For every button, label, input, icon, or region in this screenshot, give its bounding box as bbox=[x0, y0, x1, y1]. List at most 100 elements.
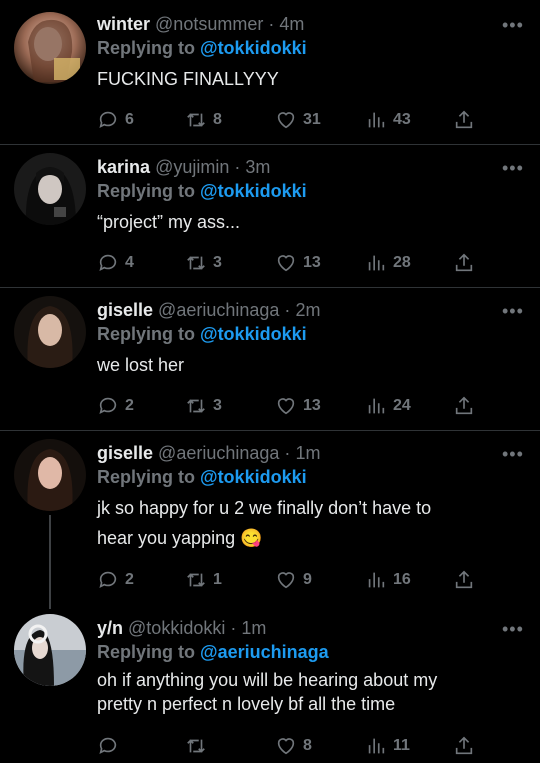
views-button[interactable]: 11 bbox=[365, 734, 410, 758]
more-options-icon[interactable]: ••• bbox=[502, 16, 523, 38]
like-count: 9 bbox=[303, 571, 312, 588]
timestamp[interactable]: 4m bbox=[279, 14, 304, 34]
more-options-icon[interactable]: ••• bbox=[502, 159, 523, 181]
reply-count: 2 bbox=[125, 397, 134, 414]
action-bar: 2 1 9 16 bbox=[97, 568, 527, 592]
tweet-header: y/n @tokkidokki · 1m bbox=[97, 617, 266, 639]
retweet-button[interactable] bbox=[185, 734, 213, 758]
tweet-5[interactable]: y/n @tokkidokki · 1m ••• Replying to @ae… bbox=[0, 606, 540, 763]
user-handle[interactable]: @notsummer bbox=[155, 14, 263, 34]
share-button[interactable] bbox=[453, 108, 475, 132]
share-button[interactable] bbox=[453, 394, 475, 418]
tweet-header: winter @notsummer · 4m bbox=[97, 13, 304, 35]
share-icon bbox=[455, 110, 473, 129]
more-options-icon[interactable]: ••• bbox=[502, 302, 523, 324]
tweet-4[interactable]: giselle @aeriuchinaga · 1m ••• Replying … bbox=[0, 431, 540, 609]
display-name[interactable]: karina bbox=[97, 157, 150, 177]
reply-mention-link[interactable]: @aeriuchinaga bbox=[200, 642, 329, 662]
user-handle[interactable]: @aeriuchinaga bbox=[158, 443, 279, 463]
replying-to-label: Replying to bbox=[97, 324, 195, 344]
user-handle[interactable]: @tokkidokki bbox=[128, 618, 225, 638]
separator: · bbox=[284, 443, 291, 463]
retweet-button[interactable]: 8 bbox=[185, 108, 222, 132]
retweet-count: 3 bbox=[213, 397, 222, 414]
tweet-text-line: pretty n perfect n lovely bf all the tim… bbox=[97, 694, 396, 714]
like-button[interactable]: 13 bbox=[275, 394, 321, 418]
reply-count: 4 bbox=[125, 254, 134, 271]
avatar[interactable] bbox=[14, 439, 86, 511]
reply-mention-link[interactable]: @tokkidokki bbox=[200, 324, 307, 344]
reply-button[interactable]: 4 bbox=[97, 251, 134, 275]
avatar[interactable] bbox=[14, 614, 86, 686]
like-count: 13 bbox=[303, 397, 321, 414]
like-button[interactable]: 31 bbox=[275, 108, 321, 132]
separator: · bbox=[234, 157, 241, 177]
timestamp[interactable]: 1m bbox=[295, 443, 320, 463]
retweet-count: 3 bbox=[213, 254, 222, 271]
views-button[interactable]: 43 bbox=[365, 108, 411, 132]
share-button[interactable] bbox=[453, 734, 475, 758]
timestamp[interactable]: 2m bbox=[295, 300, 320, 320]
timestamp[interactable]: 1m bbox=[241, 618, 266, 638]
views-button[interactable]: 28 bbox=[365, 251, 411, 275]
heart-icon bbox=[277, 255, 295, 272]
tweet-text-line: “project” my ass... bbox=[97, 212, 241, 232]
action-bar: 8 11 bbox=[97, 734, 527, 758]
replying-to-label: Replying to bbox=[97, 467, 195, 487]
like-count: 8 bbox=[303, 737, 312, 754]
reply-mention-link[interactable]: @tokkidokki bbox=[200, 181, 307, 201]
reply-feed: winter @notsummer · 4m ••• Replying to @… bbox=[0, 0, 540, 763]
action-bar: 6 8 31 43 bbox=[97, 108, 527, 132]
tweet-text: “project” my ass... bbox=[97, 207, 527, 237]
share-icon bbox=[455, 396, 473, 415]
timestamp[interactable]: 3m bbox=[245, 157, 270, 177]
avatar[interactable] bbox=[14, 12, 86, 84]
share-icon bbox=[455, 253, 473, 272]
retweet-button[interactable]: 1 bbox=[185, 568, 222, 592]
tweet-text-line: FUCKING FINALLYYY bbox=[97, 69, 279, 89]
more-options-icon[interactable]: ••• bbox=[502, 445, 523, 467]
retweet-button[interactable]: 3 bbox=[185, 251, 222, 275]
reply-count: 6 bbox=[125, 111, 134, 128]
display-name[interactable]: giselle bbox=[97, 300, 153, 320]
tweet-2[interactable]: karina @yujimin · 3m ••• Replying to @to… bbox=[0, 145, 540, 287]
like-button[interactable]: 13 bbox=[275, 251, 321, 275]
tweet-3[interactable]: giselle @aeriuchinaga · 2m ••• Replying … bbox=[0, 288, 540, 430]
heart-icon bbox=[277, 738, 295, 755]
share-button[interactable] bbox=[453, 251, 475, 275]
user-handle[interactable]: @aeriuchinaga bbox=[158, 300, 279, 320]
retweet-button[interactable]: 3 bbox=[185, 394, 222, 418]
share-button[interactable] bbox=[453, 568, 475, 592]
heart-icon bbox=[277, 398, 295, 415]
display-name[interactable]: giselle bbox=[97, 443, 153, 463]
display-name[interactable]: y/n bbox=[97, 618, 123, 638]
reply-count: 2 bbox=[125, 571, 134, 588]
replying-to: Replying to @tokkidokki bbox=[97, 180, 307, 202]
avatar[interactable] bbox=[14, 296, 86, 368]
tweet-1[interactable]: winter @notsummer · 4m ••• Replying to @… bbox=[0, 0, 540, 144]
views-button[interactable]: 24 bbox=[365, 394, 411, 418]
like-button[interactable]: 9 bbox=[275, 568, 312, 592]
reply-mention-link[interactable]: @tokkidokki bbox=[200, 467, 307, 487]
reply-button[interactable]: 6 bbox=[97, 108, 134, 132]
reply-button[interactable] bbox=[97, 734, 125, 758]
reply-button[interactable]: 2 bbox=[97, 568, 134, 592]
separator: · bbox=[284, 300, 291, 320]
display-name[interactable]: winter bbox=[97, 14, 150, 34]
views-count: 28 bbox=[393, 254, 411, 271]
like-button[interactable]: 8 bbox=[275, 734, 312, 758]
like-count: 31 bbox=[303, 111, 321, 128]
tweet-text-line: hear you yapping 😋 bbox=[97, 528, 263, 548]
avatar[interactable] bbox=[14, 153, 86, 225]
retweet-count: 1 bbox=[213, 571, 222, 588]
more-options-icon[interactable]: ••• bbox=[502, 620, 523, 642]
views-count: 11 bbox=[393, 737, 410, 754]
reply-icon bbox=[99, 254, 117, 271]
views-button[interactable]: 16 bbox=[365, 568, 411, 592]
user-handle[interactable]: @yujimin bbox=[155, 157, 229, 177]
reply-mention-link[interactable]: @tokkidokki bbox=[200, 38, 307, 58]
reply-button[interactable]: 2 bbox=[97, 394, 134, 418]
reply-icon bbox=[99, 397, 117, 414]
replying-to-label: Replying to bbox=[97, 642, 195, 662]
tweet-text: we lost her bbox=[97, 350, 527, 380]
